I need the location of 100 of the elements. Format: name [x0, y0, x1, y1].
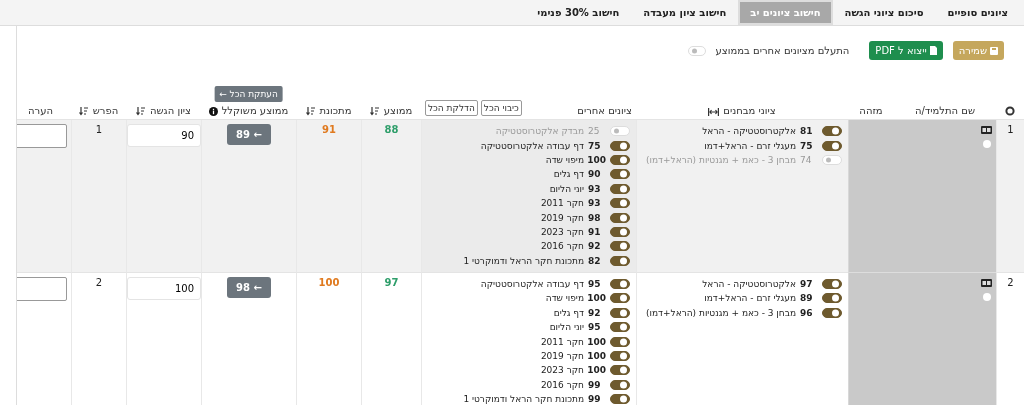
toggle-switch[interactable]	[610, 351, 630, 362]
toggle-label: התעלם מציונים אחרים בממוצע	[715, 45, 850, 56]
pdf-export-button[interactable]: ייצוא ל PDF	[869, 41, 943, 60]
grade-score: 25	[588, 126, 601, 137]
column-header: מתכונת	[319, 105, 352, 116]
grade-label: אלקטרוסטטיקה - הראל	[702, 126, 796, 137]
grade-label: מבדק אלקטרוסטטיקה	[495, 126, 584, 137]
toggle-switch[interactable]	[610, 322, 630, 333]
weighted-average-button[interactable]: 89 ←	[227, 124, 271, 145]
toggle-all-button[interactable]: כיבוי הכל	[480, 100, 522, 116]
weighted-average-button[interactable]: 98 ←	[227, 276, 271, 298]
toggle-switch[interactable]	[610, 169, 630, 180]
grade-label: דף גלים	[553, 307, 584, 318]
tab[interactable]: סיכום ציוני הגשה	[832, 0, 936, 25]
grade-score: 93	[588, 198, 602, 209]
toggle-switch[interactable]	[610, 241, 630, 252]
note-field[interactable]	[17, 124, 67, 148]
note-field[interactable]	[17, 276, 67, 301]
toggle-switch[interactable]	[610, 198, 630, 209]
grade-score: 100	[588, 351, 606, 362]
copy-all-button[interactable]: העתקת הכל ←	[214, 86, 283, 102]
toggle-switch[interactable]	[610, 226, 630, 237]
submission-grade-field[interactable]: 100	[127, 276, 201, 300]
difference-value: 1	[95, 124, 103, 135]
toggle-switch[interactable]	[610, 183, 630, 194]
toggle-switch[interactable]	[610, 140, 630, 151]
submission-grade-field[interactable]: 90	[127, 124, 201, 147]
toggle-all-button[interactable]: הדלקת הכל	[425, 100, 478, 116]
grade-score: 82	[588, 255, 602, 266]
grade-score: 97	[800, 279, 814, 290]
grade-label: אלקטרוסטטיקה - הראל	[702, 279, 796, 290]
grade-score: 93	[588, 183, 602, 194]
toggle-switch[interactable]	[822, 293, 842, 304]
sort-icon[interactable]	[135, 106, 146, 116]
grade-label: דף עבודה אלקטרוסטטיקה	[480, 140, 584, 151]
column-header: הערה	[28, 105, 53, 116]
grade-score: 89	[800, 293, 814, 304]
radio-button[interactable]	[983, 140, 991, 148]
grade-label: מתכונת חקר הראל ודמוקרטי 1	[463, 255, 584, 266]
grade-score: 100	[588, 365, 606, 376]
toggle-switch[interactable]	[822, 279, 842, 290]
column-header: מזהה	[859, 105, 883, 116]
sort-icon[interactable]	[78, 106, 89, 116]
tab[interactable]: ציונים סופיים	[935, 0, 1020, 25]
grade-label: מבחן 3 - כאמ + מגנטיות (הראל+דמו)	[646, 154, 796, 165]
grade-score: 99	[588, 394, 602, 405]
toggle-switch[interactable]	[610, 365, 630, 376]
mock-exam-value: 91	[322, 124, 336, 135]
grade-label: חקר 2019	[540, 212, 584, 223]
grade-label: חקר 2019	[540, 351, 584, 362]
column-header: שם התלמיד/ה	[914, 105, 976, 116]
info-icon	[208, 107, 218, 116]
save-icon	[990, 46, 998, 55]
toggle-switch[interactable]	[822, 126, 842, 137]
grade-score: 91	[588, 226, 602, 237]
toggle-switch[interactable]	[822, 140, 842, 151]
toggle-switch[interactable]	[610, 212, 630, 223]
grade-label: יוני הליום	[549, 322, 584, 333]
sort-icon[interactable]	[305, 106, 316, 116]
expand-icon[interactable]	[708, 108, 720, 116]
toggle-switch[interactable]	[822, 307, 842, 318]
radio-button[interactable]	[983, 292, 991, 301]
file-icon	[929, 46, 937, 55]
toggle-switch[interactable]	[610, 255, 630, 266]
grade-label: חקר 2011	[540, 336, 584, 347]
column-header: ציונים אחרים	[577, 105, 632, 116]
grade-score: 92	[588, 241, 602, 252]
ring-icon[interactable]	[1005, 106, 1015, 116]
grade-label: חקר 2016	[540, 241, 584, 252]
sort-icon[interactable]	[369, 106, 380, 116]
grade-score: 90	[588, 169, 602, 180]
grade-score: 96	[800, 307, 814, 318]
grade-label: חקר 2023	[540, 226, 584, 237]
grade-label: מיפוי שדה	[545, 154, 584, 165]
column-header: הפרש	[92, 105, 119, 116]
grade-score: 95	[588, 279, 602, 290]
grade-score: 75	[800, 140, 814, 151]
toggle-switch[interactable]	[610, 307, 630, 318]
toggle-switch[interactable]	[610, 279, 630, 290]
toggle-switch[interactable]	[610, 379, 630, 390]
tab[interactable]: חישוב 30% פנימי	[525, 0, 632, 25]
grade-label: מעגלי זרם - הראל+דמו	[704, 293, 796, 304]
grade-label: דף עבודה אלקטרוסטטיקה	[480, 279, 584, 290]
column-header: ממוצע	[383, 105, 413, 116]
grade-label: מעגלי זרם - הראל+דמו	[704, 140, 796, 151]
tab[interactable]: חישוב ציון מעבדה	[631, 0, 739, 25]
grade-label: חקר 2011	[540, 198, 584, 209]
grade-score: 74	[800, 154, 813, 165]
row-number: 1	[1007, 124, 1014, 135]
grade-score: 100	[588, 293, 606, 304]
grade-score: 92	[588, 307, 602, 318]
grade-label: חקר 2016	[540, 379, 584, 390]
toggle-switch[interactable]	[610, 293, 630, 304]
grade-label: דף גלים	[553, 169, 584, 180]
toggle-switch[interactable]	[610, 394, 630, 405]
toggle-switch[interactable]	[610, 154, 630, 165]
toggle-switch[interactable]	[610, 336, 630, 347]
grade-label: חקר 2023	[540, 365, 584, 376]
grade-score: 81	[800, 126, 814, 137]
average-value: 97	[384, 276, 399, 288]
